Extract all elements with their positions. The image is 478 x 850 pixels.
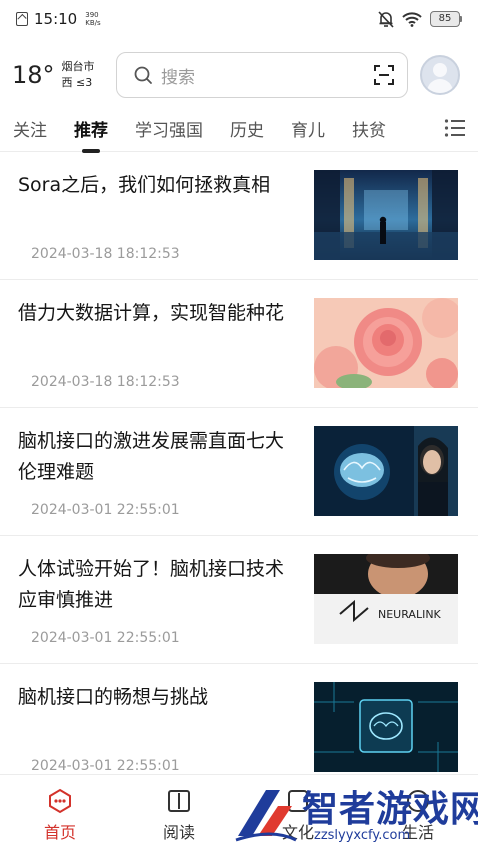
news-thumbnail-brain[interactable] [314, 426, 458, 516]
watermark-logo [235, 790, 297, 842]
battery-level: 85 [430, 11, 460, 27]
news-title[interactable]: 人体试验开始了！脑机接口技术应审慎推进 [18, 554, 294, 616]
wind-info: 西 ≤3 [61, 76, 93, 89]
status-left: 15:10 390 KB/s [16, 10, 101, 28]
book-icon [168, 790, 190, 812]
search-bar[interactable]: 搜索 [116, 52, 408, 98]
menu-list-icon[interactable] [444, 118, 466, 138]
temperature: 18° [12, 61, 55, 89]
user-avatar[interactable] [420, 55, 460, 95]
app-screen: 15:10 390 KB/s 85 18° 烟台市 西 ≤3 搜索 关注 推荐 … [0, 0, 478, 850]
channel-tabs: 关注 推荐 学习强国 历史 育儿 扶贫 [0, 106, 478, 152]
news-title[interactable]: Sora之后，我们如何拯救真相 [18, 170, 294, 201]
tab-parenting[interactable]: 育儿 [291, 116, 325, 141]
news-thumbnail-roses[interactable] [314, 298, 458, 388]
tab-recommend[interactable]: 推荐 [74, 116, 108, 141]
news-thumbnail-corridor[interactable] [314, 170, 458, 260]
scan-icon[interactable] [373, 64, 395, 86]
status-bar: 15:10 390 KB/s 85 [0, 0, 478, 38]
tab-history[interactable]: 历史 [230, 116, 264, 141]
nav-reading[interactable]: 阅读 [149, 787, 209, 843]
news-time: 2024-03-01 22:55:01 [31, 502, 180, 518]
news-item[interactable]: 人体试验开始了！脑机接口技术应审慎推进 2024-03-01 22:55:01 … [0, 536, 478, 664]
news-time: 2024-03-18 18:12:53 [31, 246, 180, 262]
net-speed: 390 KB/s [85, 11, 100, 27]
news-item[interactable]: 脑机接口的畅想与挑战 2024-03-01 22:55:01 [0, 664, 478, 774]
news-time: 2024-03-01 22:55:01 [31, 758, 180, 774]
search-icon [134, 66, 152, 84]
watermark-url: zzslyyxcfy.com [314, 828, 411, 843]
news-title[interactable]: 脑机接口的畅想与挑战 [18, 682, 294, 713]
tab-xuexi[interactable]: 学习强国 [135, 116, 203, 141]
wifi-icon [402, 11, 422, 27]
battery-tip [460, 16, 462, 22]
watermark: 智者游戏网 zzslyyxcfy.com [232, 778, 478, 850]
status-right: 85 [378, 10, 462, 28]
nav-home[interactable]: 首页 [30, 787, 90, 843]
news-time: 2024-03-18 18:12:53 [31, 374, 180, 390]
news-time: 2024-03-01 22:55:01 [31, 630, 180, 646]
news-thumbnail-chip[interactable] [314, 682, 458, 772]
watermark-text: 智者游戏网 [302, 789, 478, 830]
bell-muted-icon [378, 10, 394, 28]
top-header: 18° 烟台市 西 ≤3 搜索 [0, 46, 478, 104]
status-time: 15:10 [34, 10, 78, 28]
net-speed-value: 390 [85, 11, 99, 19]
news-title[interactable]: 借力大数据计算，实现智能种花 [18, 298, 294, 329]
tab-poverty-relief[interactable]: 扶贫 [352, 116, 386, 141]
weather-widget[interactable]: 18° 烟台市 西 ≤3 [12, 59, 116, 91]
search-input[interactable]: 搜索 [161, 63, 373, 88]
news-thumbnail-neuralink[interactable]: NEURALINK [314, 554, 458, 644]
news-item[interactable]: Sora之后，我们如何拯救真相 2024-03-18 18:12:53 [0, 152, 478, 280]
home-chat-icon [49, 788, 71, 814]
net-speed-unit: KB/s [85, 19, 101, 27]
news-item[interactable]: 脑机接口的激进发展需直面七大伦理难题 2024-03-01 22:55:01 [0, 408, 478, 536]
nav-reading-label: 阅读 [162, 823, 195, 842]
tab-follow[interactable]: 关注 [13, 116, 47, 141]
news-title[interactable]: 脑机接口的激进发展需直面七大伦理难题 [18, 426, 294, 488]
battery-icon: 85 [430, 11, 462, 27]
no-sim-icon [16, 12, 28, 26]
news-item[interactable]: 借力大数据计算，实现智能种花 2024-03-18 18:12:53 [0, 280, 478, 408]
city-name: 烟台市 [61, 60, 95, 73]
news-feed[interactable]: Sora之后，我们如何拯救真相 2024-03-18 18:12:53 借力大数… [0, 152, 478, 774]
weather-detail: 烟台市 西 ≤3 [62, 59, 95, 91]
nav-home-label: 首页 [43, 823, 76, 842]
neuralink-logo-text: NEURALINK [378, 608, 442, 621]
